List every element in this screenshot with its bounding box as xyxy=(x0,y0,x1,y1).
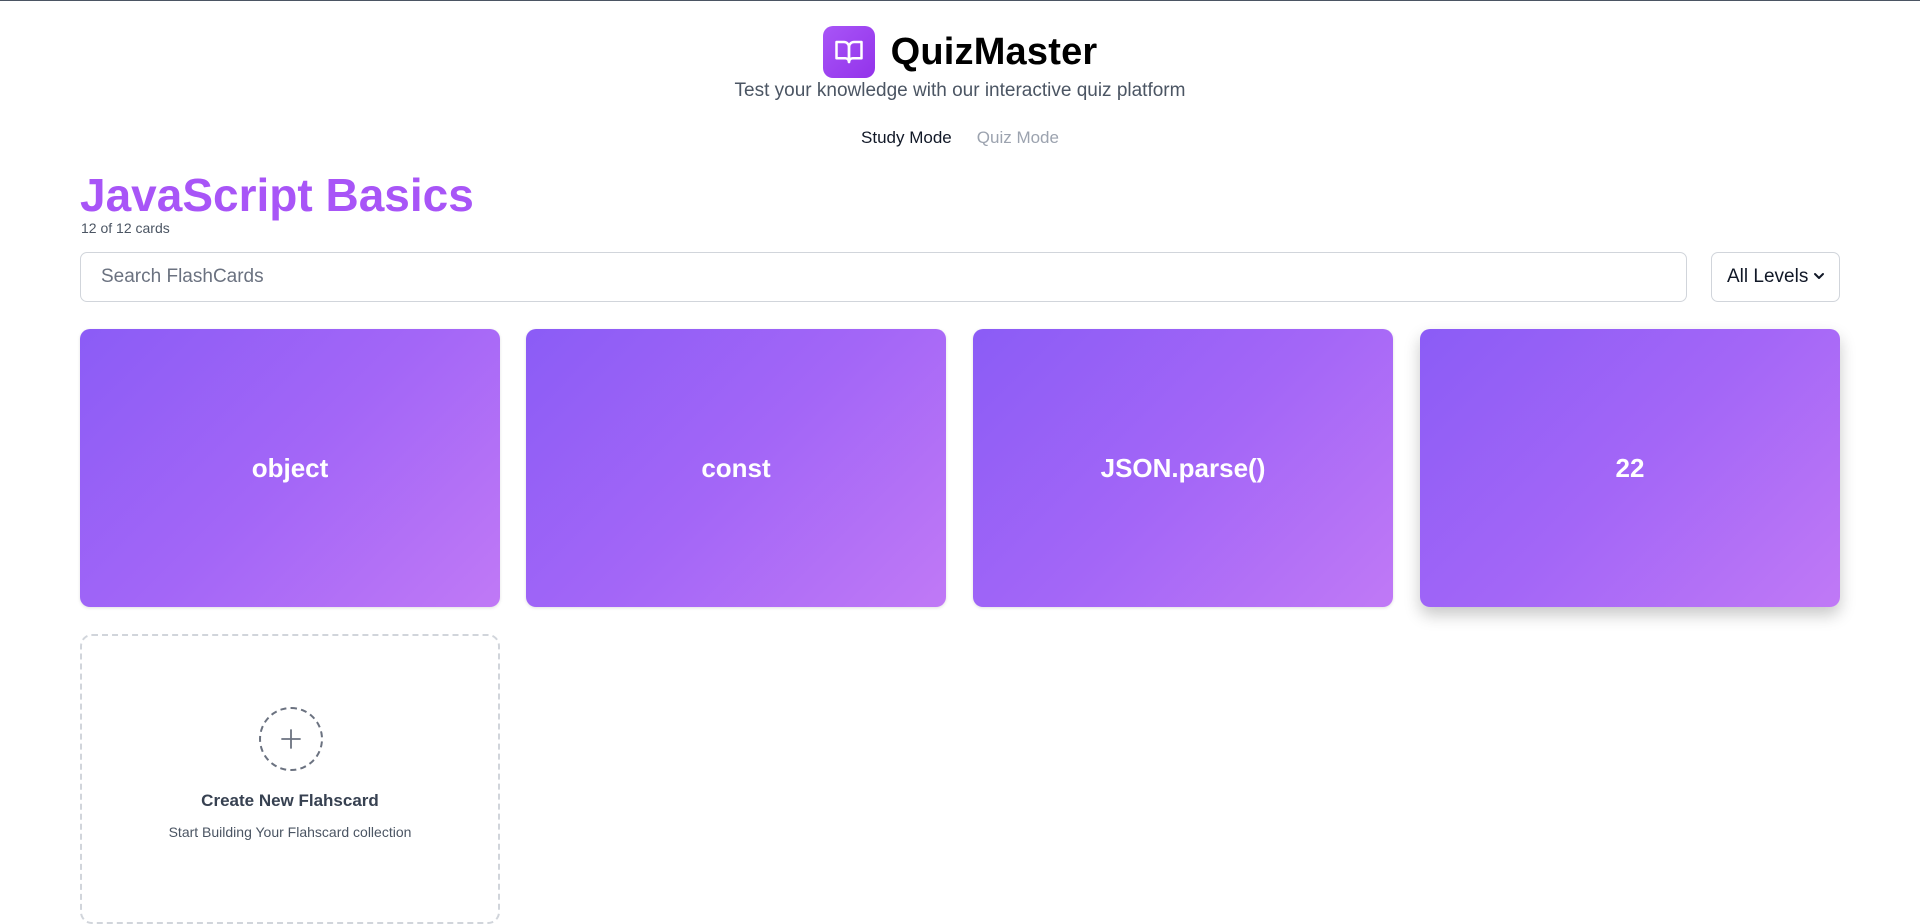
create-flashcard-title: Create New Flahscard xyxy=(201,791,379,810)
brand: QuizMaster xyxy=(0,26,1920,78)
app-header: QuizMaster Test your knowledge with our … xyxy=(0,0,1920,160)
flashcard-front-text: JSON.parse() xyxy=(1100,452,1266,483)
plus-icon xyxy=(259,707,323,771)
flashcard[interactable]: 22 xyxy=(1420,329,1840,607)
app-title: QuizMaster xyxy=(890,30,1098,73)
flashcard-front-text: object xyxy=(251,452,329,483)
flashcard-front-text: 22 xyxy=(1615,452,1645,483)
tab-quiz-mode[interactable]: Quiz Mode xyxy=(977,128,1059,148)
chevron-down-icon xyxy=(1813,266,1825,288)
search-input[interactable] xyxy=(80,252,1687,302)
create-flashcard-subtitle: Start Building Your Flahscard collection xyxy=(168,824,412,840)
flashcard[interactable]: JSON.parse() xyxy=(973,329,1393,607)
book-open-icon xyxy=(822,26,875,78)
create-flashcard-card[interactable]: Create New Flahscard Start Building Your… xyxy=(80,634,500,924)
level-filter-value: All Levels xyxy=(1727,266,1809,287)
mode-nav: Study Mode Quiz Mode xyxy=(0,128,1920,148)
flashcard-front-text: const xyxy=(701,452,771,483)
app-tagline: Test your knowledge with our interactive… xyxy=(734,80,1186,101)
flashcard[interactable]: object xyxy=(80,329,500,607)
level-filter-select[interactable]: All Levels xyxy=(1711,252,1840,302)
flashcard[interactable]: const xyxy=(526,329,946,607)
deck-title: JavaScript Basics xyxy=(80,169,474,221)
deck-card-count: 12 of 12 cards xyxy=(81,220,170,236)
tab-study-mode[interactable]: Study Mode xyxy=(861,128,952,148)
